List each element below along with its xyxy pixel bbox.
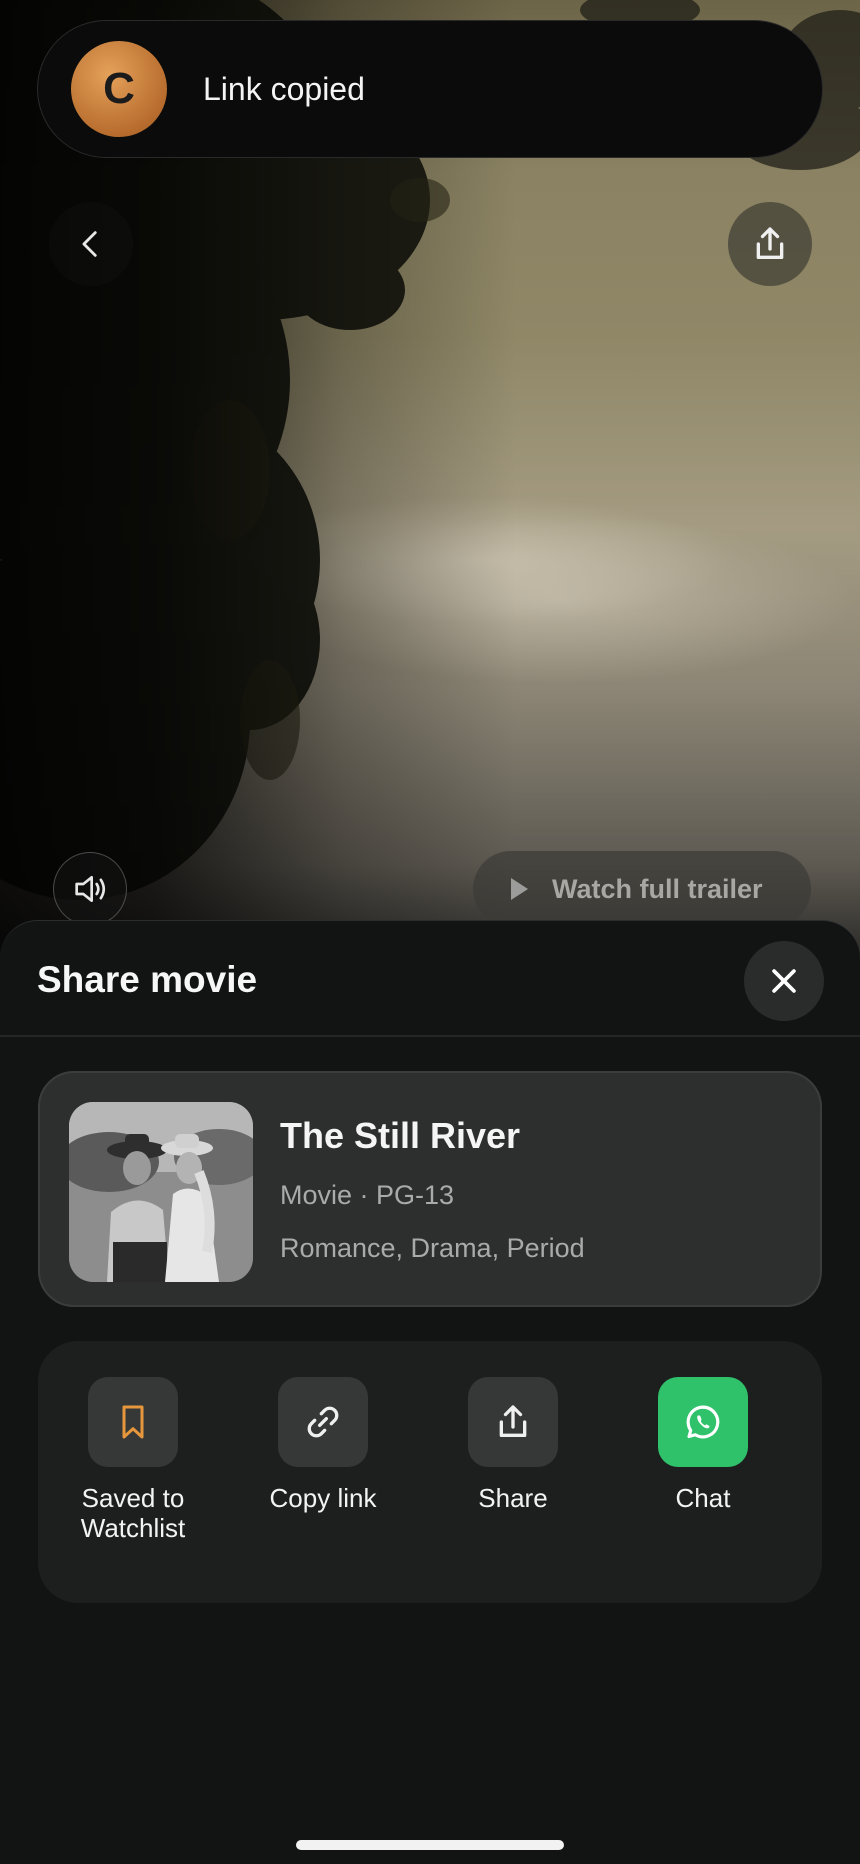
movie-poster — [69, 1102, 253, 1282]
share-label: Share — [478, 1483, 548, 1513]
share-icon — [756, 227, 784, 259]
divider — [0, 1035, 860, 1037]
whatsapp-icon — [686, 1405, 720, 1439]
copy-link-action[interactable]: Copy link — [228, 1377, 418, 1513]
share-icon — [499, 1405, 527, 1437]
movie-genres: Romance, Drama, Period — [280, 1233, 585, 1263]
back-button[interactable] — [49, 202, 133, 286]
share-button-top[interactable] — [728, 202, 812, 286]
copy-link-label: Copy link — [269, 1483, 377, 1513]
play-icon — [511, 878, 528, 900]
home-indicator[interactable] — [296, 1840, 564, 1850]
movie-title: The Still River — [280, 1115, 521, 1156]
chat-tile[interactable] — [658, 1377, 748, 1467]
chat-action[interactable]: Chat — [608, 1377, 798, 1513]
toast-message: Link copied — [203, 70, 365, 107]
close-icon — [772, 969, 796, 993]
chat-label: Chat — [675, 1483, 731, 1513]
share-sheet: Share movie The Still River Movie · PG-1… — [0, 920, 860, 1864]
speaker-icon — [75, 876, 106, 902]
watchlist-tile[interactable] — [88, 1377, 178, 1467]
bookmark-icon — [122, 1405, 144, 1439]
sheet-title: Share movie — [37, 959, 258, 1000]
share-tile[interactable] — [468, 1377, 558, 1467]
share-actions: Saved to Watchlist Copy link Share Chat — [38, 1341, 822, 1603]
watchlist-label: Saved to Watchlist — [80, 1483, 186, 1543]
movie-card: The Still River Movie · PG-13 Romance, D… — [38, 1071, 822, 1307]
link-copied-toast: C Link copied — [37, 20, 823, 158]
avatar: C — [71, 41, 167, 137]
volume-button[interactable] — [53, 852, 127, 926]
copy-link-tile[interactable] — [278, 1377, 368, 1467]
link-icon — [307, 1406, 339, 1438]
close-button[interactable] — [744, 941, 824, 1021]
watchlist-action[interactable]: Saved to Watchlist — [38, 1377, 228, 1543]
movie-meta: Movie · PG-13 — [280, 1180, 455, 1210]
chevron-left-icon — [82, 231, 97, 257]
watch-trailer-button[interactable]: Watch full trailer — [473, 851, 811, 927]
watch-trailer-label: Watch full trailer — [552, 873, 763, 904]
share-action[interactable]: Share — [418, 1377, 608, 1513]
